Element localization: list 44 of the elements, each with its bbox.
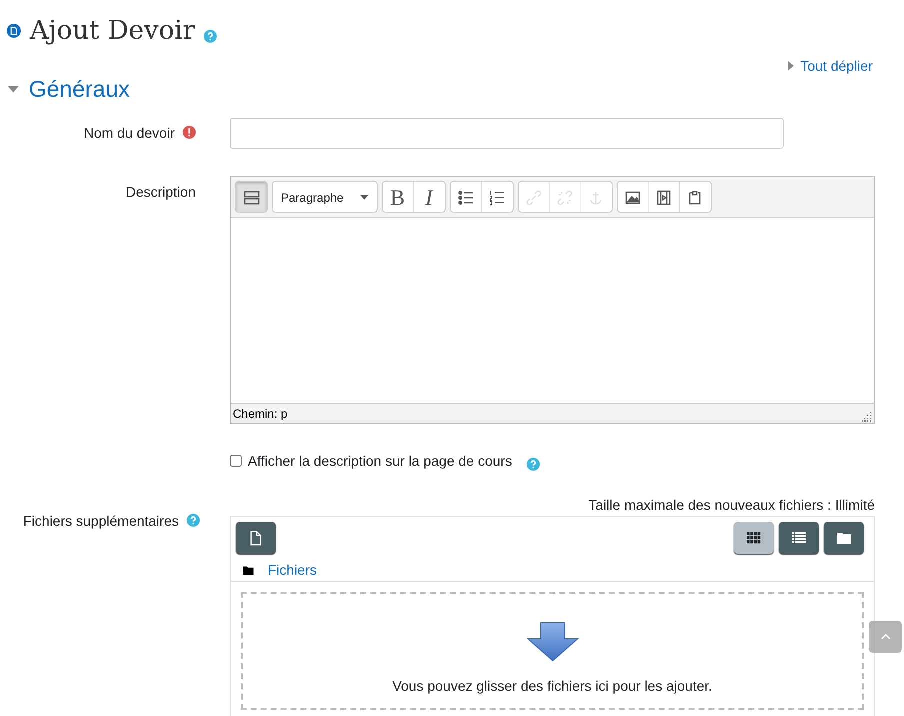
field-label: Fichiers supplémentaires xyxy=(23,513,179,529)
caret-icon[interactable] xyxy=(8,86,19,92)
bullet-list-button[interactable] xyxy=(450,182,482,212)
checkbox[interactable] xyxy=(230,454,242,466)
film-icon xyxy=(656,190,672,206)
section-title[interactable]: Généraux xyxy=(29,76,130,102)
resize-handle-icon[interactable] xyxy=(862,412,872,422)
help-icon[interactable] xyxy=(187,514,200,527)
view-button[interactable] xyxy=(779,522,819,554)
image-button[interactable] xyxy=(618,182,649,212)
help-icon[interactable] xyxy=(527,458,540,471)
expand-all-link[interactable]: Tout déplier xyxy=(788,56,873,76)
unlink-icon xyxy=(556,190,573,206)
numbered-list-icon xyxy=(489,190,506,206)
caret-icon xyxy=(360,195,369,200)
view-button[interactable] xyxy=(824,522,864,554)
link-icon xyxy=(526,190,542,206)
down-arrow-icon xyxy=(526,622,578,662)
checkbox-label: Afficher la description sur la page de cours xyxy=(248,452,512,468)
file-icon xyxy=(250,530,262,546)
field-label: Description xyxy=(126,184,196,200)
bullet-list-icon xyxy=(458,190,474,206)
name-input[interactable] xyxy=(230,118,784,149)
clipboard-icon xyxy=(687,190,704,206)
folder-icon xyxy=(243,566,254,574)
caret-icon xyxy=(788,61,794,71)
view-button[interactable] xyxy=(734,522,774,554)
drop-hint: Vous pouvez glisser des fichiers ici pour les ajouter. xyxy=(392,678,712,694)
format-dropdown[interactable]: Paragraphe xyxy=(273,182,377,212)
field-label: Nom du devoir xyxy=(84,125,175,141)
image-icon xyxy=(624,190,641,206)
page-title: Ajout Devoir xyxy=(30,16,196,46)
anchor-icon xyxy=(588,190,604,206)
folder-link[interactable]: Fichiers xyxy=(268,562,318,578)
assignment-icon xyxy=(7,24,21,38)
add-file-button[interactable] xyxy=(236,522,276,554)
editor-path: Chemin: p xyxy=(233,406,288,420)
help-icon[interactable] xyxy=(204,30,218,42)
max-size-text: Taille maximale des nouveaux fichiers : Illimité xyxy=(588,497,875,515)
drop-zone[interactable]: Vous pouvez glisser des fichiers ici pour les ajouter. xyxy=(241,592,864,710)
folder-icon xyxy=(836,532,852,544)
up-caret-icon xyxy=(880,634,890,640)
list-icon xyxy=(792,532,806,544)
bold-button[interactable]: B xyxy=(382,182,414,212)
